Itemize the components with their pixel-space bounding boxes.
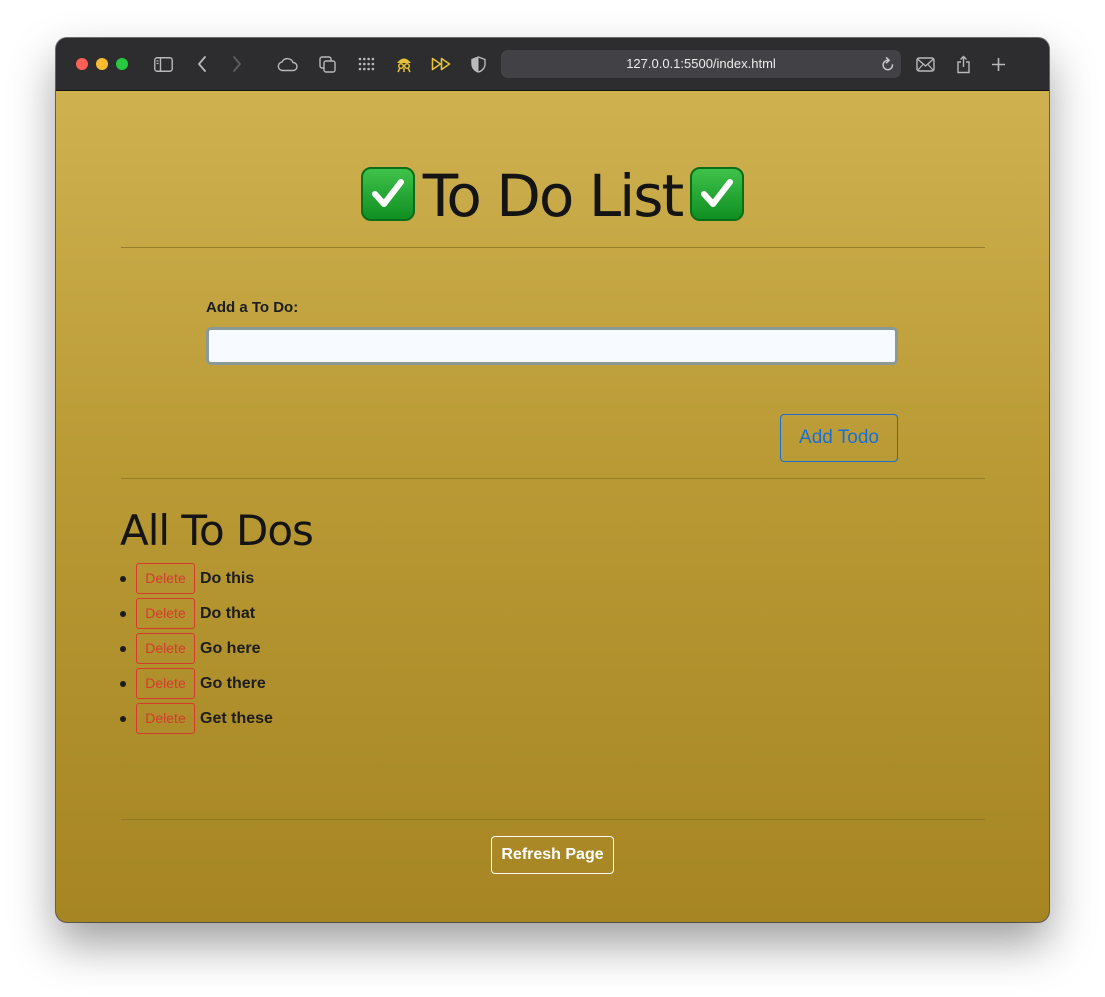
divider [121, 247, 985, 248]
delete-button[interactable]: Delete [136, 563, 195, 594]
url-text: 127.0.0.1:5500/index.html [626, 56, 776, 71]
list-heading: All To Dos [120, 506, 314, 555]
bullet [120, 611, 126, 617]
check-mark-icon [690, 166, 745, 221]
zoom-window-button[interactable] [116, 58, 128, 70]
back-icon[interactable] [194, 54, 210, 74]
minimize-window-button[interactable] [96, 58, 108, 70]
divider [121, 478, 985, 479]
forward-icon[interactable] [229, 54, 245, 74]
divider [121, 819, 985, 820]
tabs-overview-icon[interactable] [318, 54, 336, 74]
bullet [120, 646, 126, 652]
todo-text: Do this [200, 570, 255, 587]
delete-button[interactable]: Delete [136, 668, 195, 699]
close-window-button[interactable] [76, 58, 88, 70]
extension-fast-forward-icon[interactable] [430, 54, 452, 74]
bullet [120, 681, 126, 687]
todo-text: Go here [200, 640, 261, 657]
new-tab-icon[interactable] [989, 54, 1007, 74]
cloud-icon[interactable] [276, 54, 298, 74]
todo-text: Do that [200, 605, 256, 622]
delete-button[interactable]: Delete [136, 598, 195, 629]
page-content: To Do List Add a To Do: Add Todo All To … [56, 91, 1049, 922]
browser-toolbar: 127.0.0.1:5500/index.html [56, 38, 1049, 91]
browser-window: 127.0.0.1:5500/index.html To Do List Add… [56, 38, 1049, 922]
mail-icon[interactable] [915, 54, 935, 74]
sidebar-toggle-icon[interactable] [153, 54, 173, 74]
check-mark-icon [360, 166, 415, 221]
address-bar[interactable]: 127.0.0.1:5500/index.html [501, 50, 901, 78]
delete-button[interactable]: Delete [136, 703, 195, 734]
refresh-page-button[interactable]: Refresh Page [491, 836, 614, 874]
todo-text: Go there [200, 675, 266, 692]
todo-input-label: Add a To Do: [206, 299, 299, 316]
add-todo-button[interactable]: Add Todo [780, 414, 898, 462]
privacy-shield-icon[interactable] [469, 54, 487, 74]
extension-spy-icon[interactable] [393, 54, 415, 74]
bullet [120, 716, 126, 722]
todo-text: Get these [200, 710, 273, 727]
reload-icon[interactable] [881, 56, 895, 77]
share-icon[interactable] [954, 54, 972, 74]
page-title: To Do List [56, 161, 1049, 231]
todo-input[interactable] [206, 327, 898, 365]
delete-button[interactable]: Delete [136, 633, 195, 664]
bullet [120, 576, 126, 582]
page-title-text: To Do List [422, 162, 684, 230]
grid-apps-icon[interactable] [357, 54, 375, 74]
